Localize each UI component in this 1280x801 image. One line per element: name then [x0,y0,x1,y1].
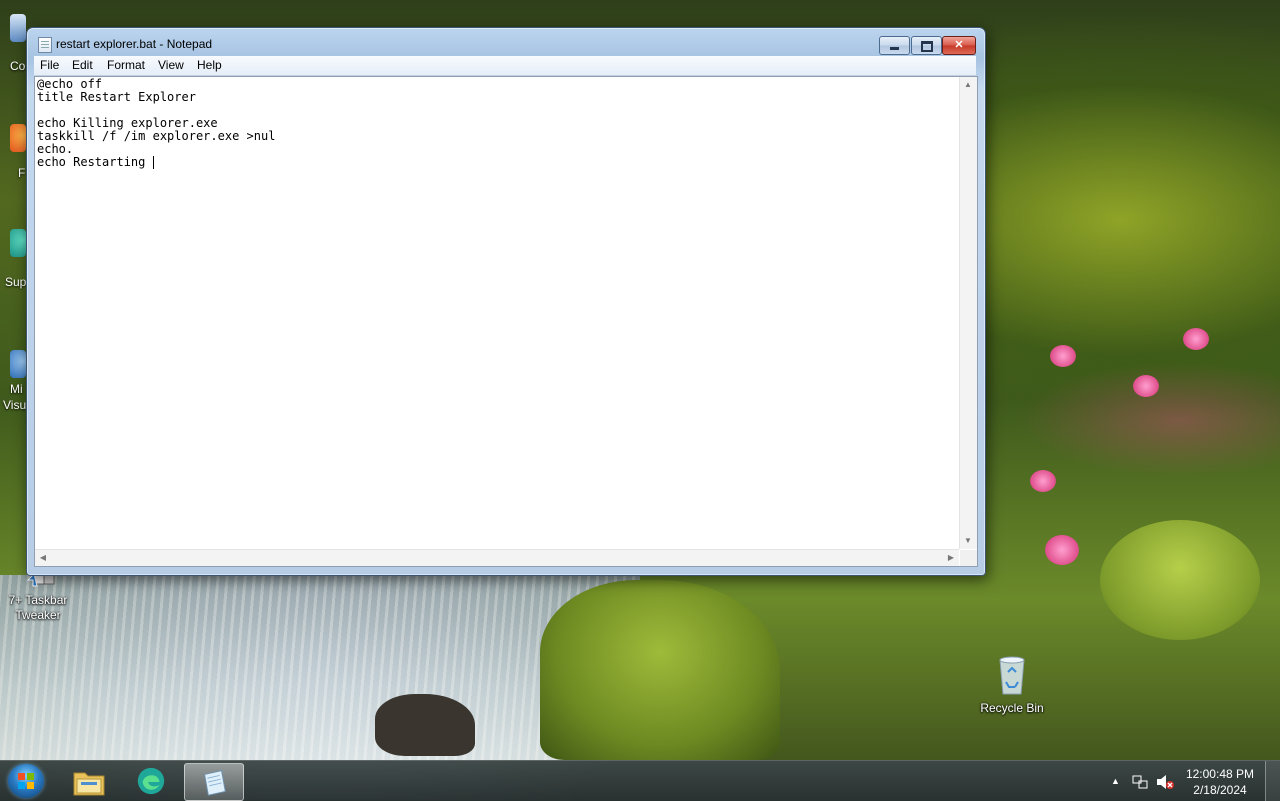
menu-file[interactable]: File [40,58,59,72]
horizontal-scrollbar[interactable]: ◀ ▶ [35,549,959,566]
taskbar-notepad[interactable] [184,763,244,801]
text-line: echo Restarting [37,155,153,169]
desktop-icon-label: Sup [5,275,26,289]
text-editor[interactable]: @echo off title Restart Explorer echo Ki… [34,76,978,567]
firefox-icon [10,124,26,152]
notepad-taskbar-icon [204,770,226,796]
support-icon [10,229,26,257]
wallpaper-moss-rock [1100,520,1260,640]
edge-icon [137,767,165,795]
taskbar-edge-browser[interactable] [122,763,180,799]
clock-date: 2/18/2024 [1193,783,1247,797]
clock-time: 12:00:48 PM [1185,767,1254,781]
wallpaper-flower [1030,470,1056,492]
desktop-icon-support[interactable]: Sup [0,225,26,290]
desktop-icon-computer[interactable]: Co [0,8,26,78]
desktop-icon-label: Tweaker [15,608,61,622]
desktop-icon-visual-studio[interactable]: Mi Visu [0,348,26,413]
recycle-bin-icon [999,656,1025,695]
desktop-icon-label: Co [10,59,26,73]
windows-logo-icon [18,773,34,789]
show-desktop-button[interactable] [1265,761,1280,801]
wallpaper-flower [1183,328,1209,350]
text-line: taskkill /f /im explorer.exe >nul [37,129,276,143]
vertical-scrollbar[interactable]: ▲ ▼ [959,77,977,549]
wallpaper-rock [375,694,475,756]
show-hidden-icons-arrow-icon[interactable]: ▲ [1111,776,1120,786]
scroll-down-arrow-icon[interactable]: ▼ [960,533,976,549]
desktop-icon-firefox[interactable]: F [0,120,26,182]
desktop-icon-label: Mi [10,382,23,396]
network-icon[interactable] [1132,774,1148,790]
notepad-icon [38,37,52,53]
title-bar[interactable]: restart explorer.bat - Notepad ✕ [27,28,985,58]
menu-edit[interactable]: Edit [72,58,93,72]
wallpaper-moss-rock [540,580,780,760]
scroll-right-arrow-icon[interactable]: ▶ [943,550,959,566]
close-button[interactable]: ✕ [942,36,976,55]
menu-bar: File Edit Format View Help [34,56,976,76]
size-grip[interactable] [960,550,977,566]
start-button[interactable] [8,764,44,798]
desktop-icon-label: F [18,166,26,180]
visual-studio-icon [10,350,26,378]
text-caret [152,156,154,169]
desktop-icon-label: Visu [3,398,26,412]
wallpaper-flower [1050,345,1076,367]
scroll-left-arrow-icon[interactable]: ◀ [35,550,51,566]
scroll-up-arrow-icon[interactable]: ▲ [960,77,976,93]
menu-help[interactable]: Help [197,58,222,72]
desktop-icon-label: 7+ Taskbar [8,593,68,607]
wallpaper-flower [1045,535,1079,565]
menu-view[interactable]: View [158,58,184,72]
maximize-button[interactable] [911,36,942,55]
computer-icon [10,14,26,42]
notepad-window[interactable]: restart explorer.bat - Notepad ✕ File Ed… [26,27,986,576]
desktop-icon-label: Recycle Bin [980,701,1044,715]
taskbar: ▲ 12:00:48 PM 2/18/2024 [0,760,1280,801]
system-clock[interactable]: 12:00:48 PM 2/18/2024 [1186,766,1254,798]
volume-muted-icon[interactable] [1156,774,1174,790]
taskbar-windows-explorer[interactable] [60,763,118,799]
text-line: echo. [37,142,74,156]
minimize-button[interactable] [879,36,910,55]
wallpaper-flower [1133,375,1159,397]
window-title: restart explorer.bat - Notepad [56,37,213,51]
editor-text[interactable]: @echo off title Restart Explorer echo Ki… [37,78,957,548]
text-line: title Restart Explorer [37,90,196,104]
desktop-icon-recycle-bin[interactable]: Recycle Bin [974,654,1050,716]
folder-icon [73,772,105,796]
menu-format[interactable]: Format [107,58,145,72]
